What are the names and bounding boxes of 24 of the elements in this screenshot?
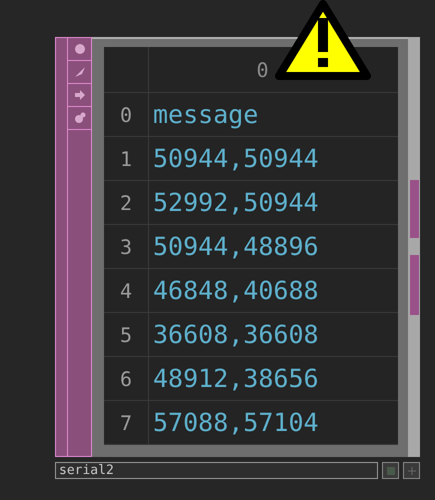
dots-icon[interactable] <box>72 111 86 125</box>
row-index: 6 <box>120 366 132 390</box>
table-cell: 50944,48896 <box>153 232 319 261</box>
row-index: 0 <box>120 102 132 126</box>
table-cell: 36608,36608 <box>153 320 319 349</box>
row-index: 1 <box>120 146 132 170</box>
viewer-button[interactable] <box>382 462 400 479</box>
table-cell: 50944,50944 <box>153 144 319 173</box>
node-name[interactable]: serial2 <box>55 462 378 479</box>
row-index: 7 <box>120 410 132 434</box>
arrow-icon[interactable] <box>72 88 86 102</box>
row-index: 2 <box>120 190 132 214</box>
row-index: 4 <box>120 278 132 302</box>
table-cell: 46848,40688 <box>153 276 319 305</box>
table-cell: message <box>153 100 258 129</box>
table-cell: 48912,38656 <box>153 364 319 393</box>
circle-icon[interactable] <box>72 42 86 56</box>
add-button[interactable] <box>403 462 420 479</box>
table-cell: 57088,57104 <box>153 408 319 437</box>
row-index: 5 <box>120 322 132 346</box>
table-cell: 52992,50944 <box>153 188 319 217</box>
column-header: 0 <box>256 58 269 82</box>
row-index: 3 <box>120 234 132 258</box>
plus-icon <box>408 466 416 474</box>
